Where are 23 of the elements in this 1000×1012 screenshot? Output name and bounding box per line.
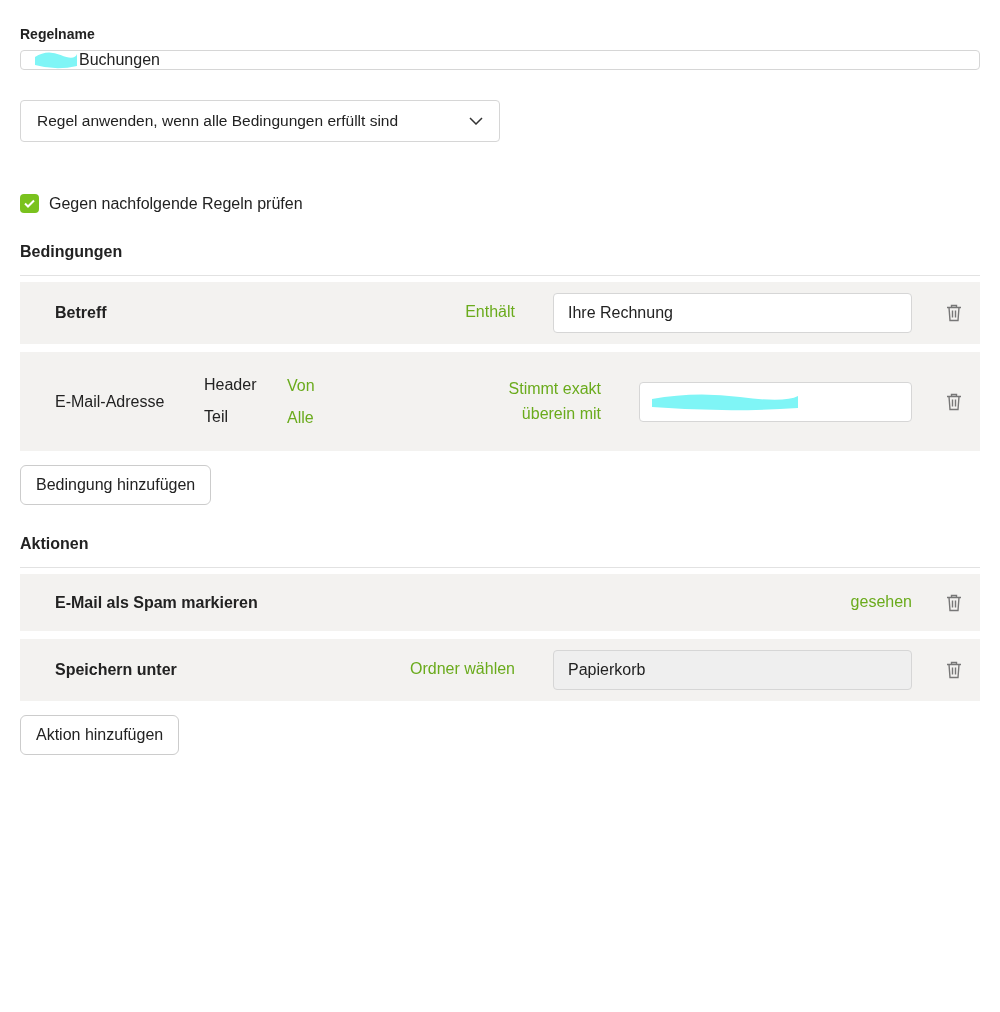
chevron-down-icon [469, 117, 483, 125]
rule-name-label: Regelname [20, 26, 96, 42]
match-mode-dropdown[interactable]: Regel anwenden, wenn alle Bedingungen erfüllt sind [20, 100, 500, 142]
option-label: Teil [204, 407, 229, 427]
check-icon [24, 199, 35, 208]
condition-field: E-Mail-Adresse [55, 392, 204, 411]
delete-icon[interactable] [946, 593, 962, 612]
delete-icon[interactable] [946, 661, 962, 679]
action-label: Speichern unter [55, 661, 177, 679]
section-title: Aktionen [20, 535, 980, 568]
add-condition-button[interactable]: Bedingung hinzufügen [20, 465, 212, 505]
action-label: E-Mail als Spam markieren [55, 593, 258, 612]
add-action-button[interactable]: Aktion hinzufügen [20, 715, 180, 755]
condition-value-field[interactable] [639, 381, 912, 422]
checkbox-label: Gegen nachfolgende Regeln prüfen [49, 194, 303, 213]
rule-name-field[interactable]: Buchungen [20, 50, 980, 70]
delete-icon[interactable] [946, 392, 962, 411]
section-title: Bedingungen [20, 243, 980, 276]
option-label: Header [204, 376, 258, 396]
checkbox[interactable] [20, 194, 39, 213]
condition-value-field[interactable]: Ihre Rechnung [553, 293, 912, 333]
condition-field: Betreff [55, 304, 107, 322]
delete-icon[interactable] [946, 304, 962, 322]
